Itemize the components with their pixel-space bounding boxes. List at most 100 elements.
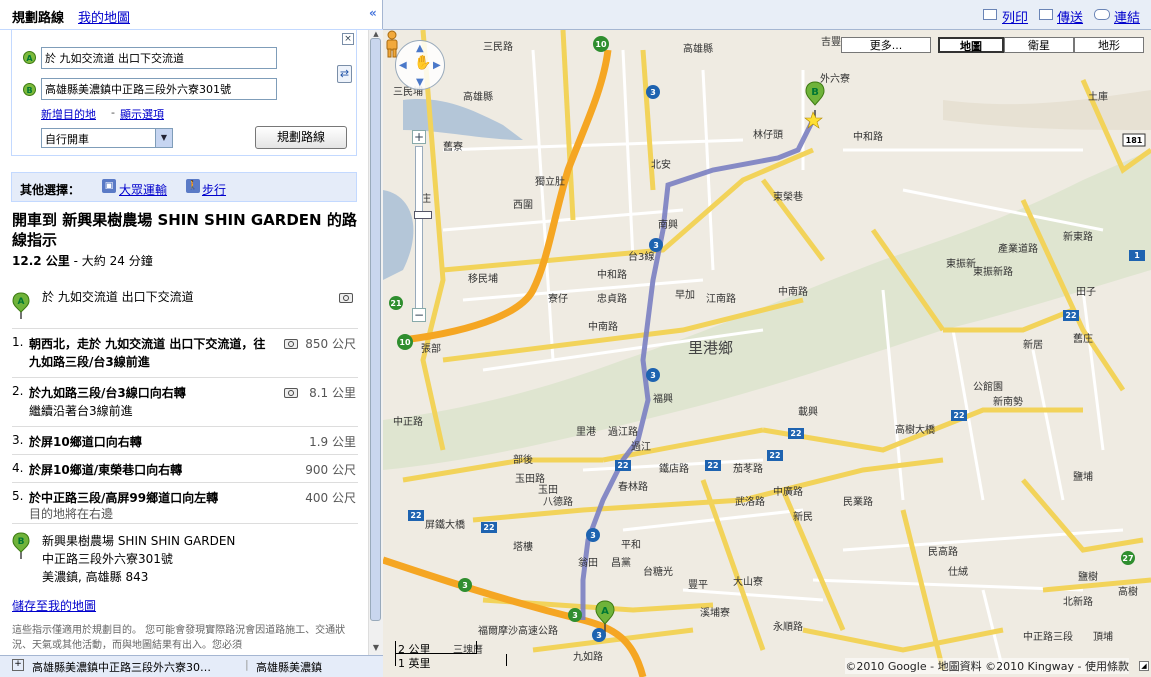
- pan-up-icon[interactable]: ▲: [416, 44, 424, 54]
- map-type-satellite-button[interactable]: 衛星: [1004, 37, 1074, 53]
- resize-grip-icon[interactable]: ◢: [1139, 661, 1149, 671]
- zoom-control[interactable]: + −: [412, 130, 432, 330]
- tab-plan-route[interactable]: 規劃路線: [12, 7, 64, 26]
- start-pin-icon: A: [12, 292, 30, 319]
- svg-text:新東路: 新東路: [1063, 230, 1093, 243]
- svg-text:八德路: 八德路: [543, 495, 573, 508]
- svg-text:新民: 新民: [793, 510, 813, 523]
- footer-tab-town[interactable]: 高雄縣美濃鎮: [256, 659, 322, 675]
- svg-text:台3線: 台3線: [628, 250, 654, 263]
- step-number: 5.: [12, 489, 24, 503]
- svg-text:玉田路: 玉田路: [515, 472, 545, 485]
- zoom-slider-thumb[interactable]: [414, 211, 432, 219]
- show-options-link[interactable]: 顯示選項: [120, 106, 164, 122]
- route-summary: 12.2 公里 - 大約 24 分鐘: [12, 252, 153, 269]
- route-step[interactable]: 1. 朝西北，走於 九如交流道 出口下交流道，往九如路三段/台3線前進 850 …: [12, 328, 358, 377]
- svg-text:北安: 北安: [651, 158, 671, 171]
- svg-text:公館園: 公館園: [973, 380, 1003, 393]
- pan-right-icon[interactable]: ▶: [433, 61, 441, 71]
- disclaimer-text: 這些指示僅適用於規劃目的。 您可能會發現實際路況會因道路施工、交通狀況、天氣或其…: [12, 625, 346, 651]
- start-input[interactable]: [41, 47, 277, 69]
- scroll-up-icon[interactable]: ▲: [370, 30, 382, 38]
- printer-icon[interactable]: [983, 9, 997, 20]
- route-step[interactable]: 5. 於中正路三段/高屏99鄉道口向左轉 目的地將在右邊 400 公尺: [12, 482, 358, 524]
- svg-text:3: 3: [590, 531, 596, 540]
- map-type-terrain-button[interactable]: 地形: [1074, 37, 1144, 53]
- pan-down-icon[interactable]: ▼: [416, 78, 424, 88]
- pegman-icon[interactable]: [383, 30, 401, 58]
- svg-text:早加: 早加: [675, 289, 695, 301]
- route-step[interactable]: 3. 於屏10鄉道口向右轉 1.9 公里: [12, 426, 358, 454]
- email-icon[interactable]: [1039, 9, 1053, 20]
- scroll-thumb[interactable]: [370, 38, 381, 621]
- zoom-in-icon[interactable]: +: [412, 130, 426, 144]
- transit-link[interactable]: 大眾運輸: [119, 181, 167, 198]
- svg-text:田子: 田子: [1076, 286, 1096, 298]
- walking-link[interactable]: 步行: [202, 181, 226, 198]
- panel-scrollbar[interactable]: ▲ ▼: [368, 30, 383, 655]
- svg-text:里港鄉: 里港鄉: [688, 339, 733, 357]
- pan-control[interactable]: ▲ ▼ ◀ ▶ ✋: [395, 40, 445, 90]
- route-step[interactable]: 4. 於屏10鄉道/東榮巷口向右轉 900 公尺: [12, 454, 358, 482]
- map-type-map-button[interactable]: 地圖: [938, 37, 1004, 53]
- svg-text:舊庄: 舊庄: [1073, 332, 1093, 345]
- svg-text:北新路: 北新路: [1063, 595, 1093, 608]
- end-input[interactable]: [41, 78, 277, 100]
- svg-text:仕絨: 仕絨: [948, 565, 968, 578]
- step-number: 2.: [12, 384, 24, 398]
- land-area: [943, 90, 1151, 130]
- svg-text:台糖光: 台糖光: [643, 565, 673, 578]
- svg-text:22: 22: [769, 451, 780, 460]
- more-layers-button[interactable]: 更多...: [841, 37, 931, 53]
- expand-icon[interactable]: +: [12, 659, 24, 671]
- svg-text:福爾摩沙高速公路: 福爾摩沙高速公路: [478, 624, 558, 637]
- svg-text:181: 181: [1126, 136, 1143, 145]
- map-canvas[interactable]: B A 里港鄉 吉豐 外六寮 林仔頭 北安 獨立肚 西圍 庄 南興 中和路 中和…: [383, 30, 1151, 677]
- link-link[interactable]: 連結: [1114, 7, 1140, 26]
- close-icon[interactable]: ×: [342, 33, 354, 45]
- marker-b-icon: B: [23, 83, 36, 96]
- print-link[interactable]: 列印: [1002, 7, 1028, 26]
- svg-text:土庫: 土庫: [1088, 90, 1108, 103]
- route-step[interactable]: 2. 於九如路三段/台3線口向右轉 繼續沿著台3線前進 8.1 公里: [12, 377, 358, 426]
- zoom-slider-track[interactable]: [414, 146, 432, 314]
- zoom-out-icon[interactable]: −: [412, 308, 426, 322]
- svg-text:22: 22: [617, 461, 628, 470]
- camera-icon[interactable]: [284, 339, 298, 349]
- step-text: 於屏10鄉道口向右轉: [29, 435, 142, 449]
- step-distance: 850 公尺: [305, 337, 356, 351]
- svg-text:22: 22: [953, 411, 964, 420]
- panel-tabs: 規劃路線 我的地圖 «: [0, 0, 383, 30]
- collapse-panel-button[interactable]: «: [369, 6, 377, 20]
- svg-text:中和路: 中和路: [597, 268, 627, 281]
- plan-route-button[interactable]: 規劃路線: [255, 126, 347, 149]
- svg-text:22: 22: [790, 429, 801, 438]
- svg-text:塔樓: 塔樓: [513, 540, 533, 553]
- scroll-down-icon[interactable]: ▼: [370, 643, 382, 655]
- svg-text:頂埔: 頂埔: [1093, 630, 1113, 643]
- camera-icon[interactable]: [339, 293, 353, 303]
- svg-text:新南勢: 新南勢: [993, 395, 1023, 408]
- tab-my-maps[interactable]: 我的地圖: [78, 7, 130, 26]
- svg-text:獨立肚: 獨立肚: [535, 175, 565, 188]
- svg-text:舊寮: 舊寮: [443, 140, 463, 153]
- link-icon[interactable]: [1094, 9, 1110, 20]
- travel-mode-select[interactable]: 自行開車 ▼: [41, 128, 173, 148]
- destination-city: 美濃鎮, 高雄縣 843: [42, 570, 149, 584]
- svg-text:新居: 新居: [1023, 338, 1043, 351]
- send-link[interactable]: 傳送: [1057, 7, 1083, 26]
- svg-text:3: 3: [650, 371, 656, 380]
- add-destination-link[interactable]: 新增目的地: [41, 106, 96, 122]
- scale-bar: 2 公里 1 英里: [395, 641, 525, 671]
- step-text: 於九如路三段/台3線口向右轉: [29, 386, 186, 400]
- svg-text:中正路三段: 中正路三段: [1023, 630, 1073, 643]
- svg-text:溪埔寮: 溪埔寮: [700, 606, 730, 619]
- save-to-my-maps-link[interactable]: 儲存至我的地圖: [12, 597, 96, 614]
- svg-text:10: 10: [399, 338, 411, 347]
- footer-tab-address[interactable]: 高雄縣美濃鎮中正路三段外六寮30…: [32, 659, 211, 675]
- swap-icon[interactable]: ⇄: [337, 65, 352, 83]
- step-number: 1.: [12, 335, 24, 349]
- pan-left-icon[interactable]: ◀: [399, 61, 407, 71]
- camera-icon[interactable]: [284, 388, 298, 398]
- marker-b-icon[interactable]: B: [804, 81, 825, 129]
